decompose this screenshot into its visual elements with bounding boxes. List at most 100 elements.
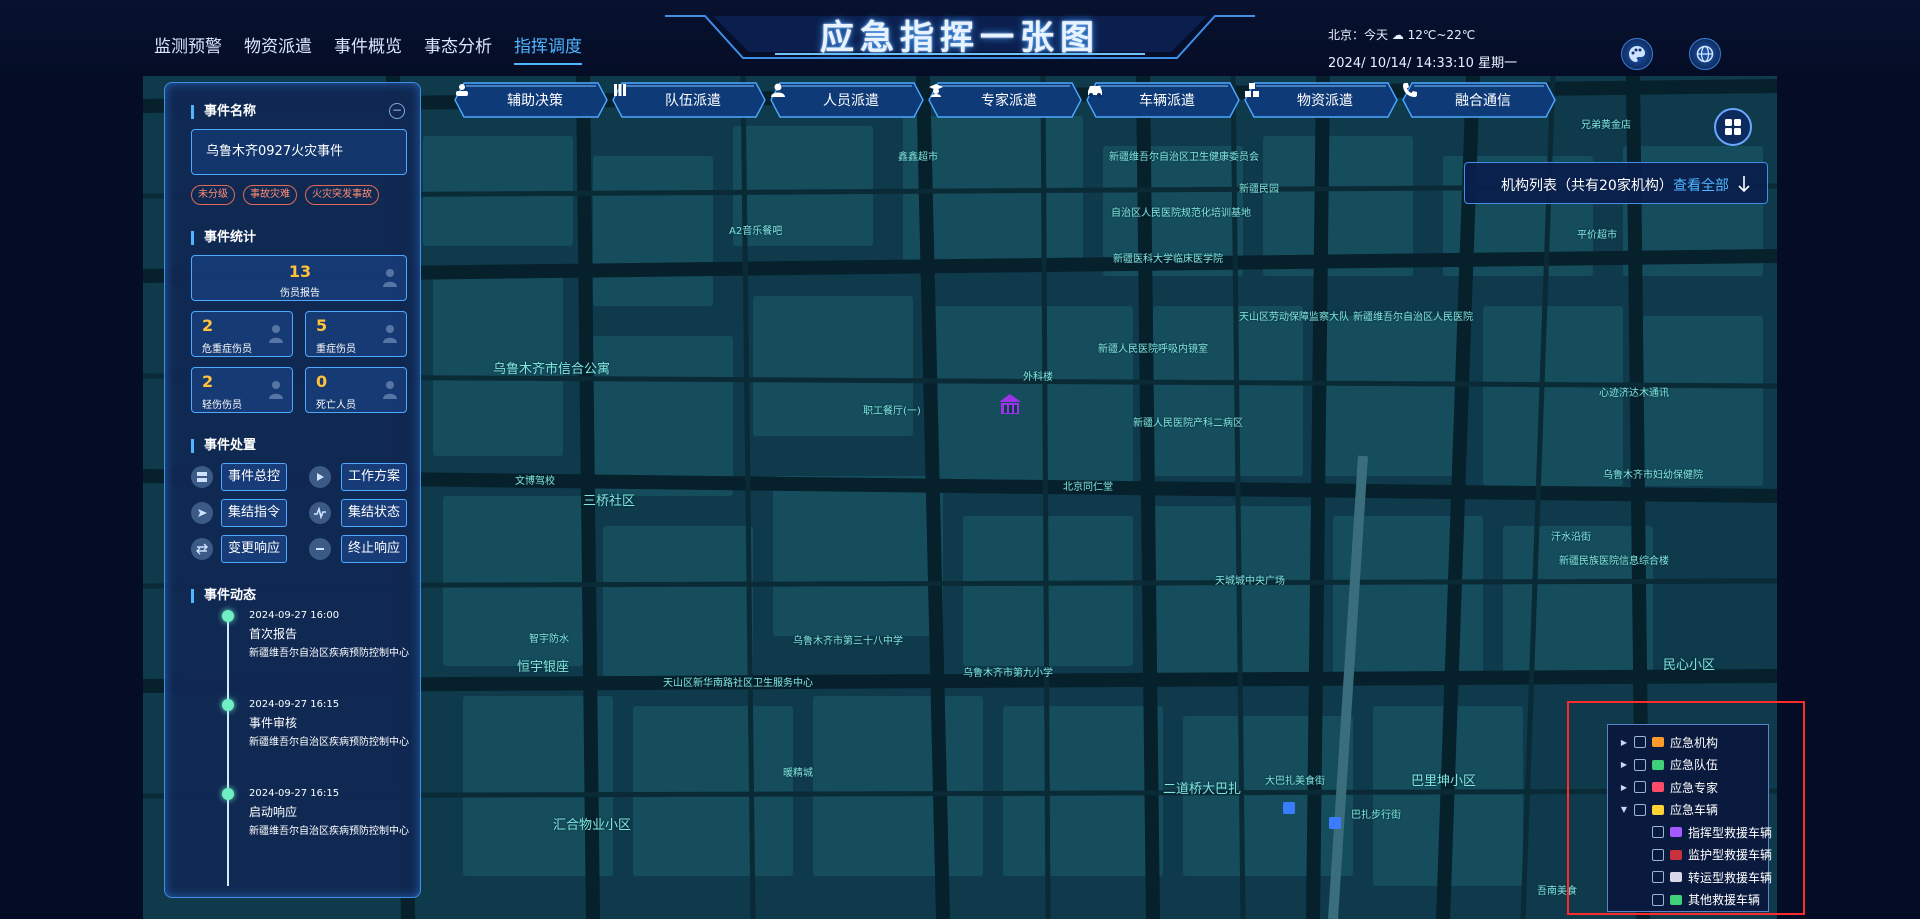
layer-checkbox[interactable] bbox=[1634, 781, 1646, 793]
layer-checkbox[interactable] bbox=[1634, 803, 1646, 816]
stat-critical: 2 危重症伤员 bbox=[191, 311, 293, 357]
tab-boxes[interactable]: 物资派遣 bbox=[1244, 82, 1398, 118]
timeline-title-text: 事件审核 bbox=[249, 716, 298, 730]
tab-content: 专家派遣 bbox=[928, 82, 1082, 118]
layer-color-icon bbox=[1670, 827, 1682, 837]
stop-response-button[interactable]: 终止响应 bbox=[341, 535, 407, 563]
stat-minor: 2 轻伤伤员 bbox=[191, 367, 293, 413]
org-list-title: 机构列表（共有20家机构） bbox=[1501, 178, 1673, 194]
tab-assist-decision[interactable]: 辅助决策 bbox=[454, 82, 608, 118]
stats-title: 事件统计 bbox=[191, 231, 256, 245]
layer-checkbox[interactable] bbox=[1652, 871, 1664, 883]
layer-color-icon bbox=[1652, 737, 1664, 747]
work-plan-button[interactable]: 工作方案 bbox=[341, 463, 407, 491]
layer-label: 转运型救援车辆 bbox=[1688, 870, 1773, 885]
timeline-title: 事件动态 bbox=[191, 589, 256, 603]
play-icon bbox=[309, 466, 331, 488]
nav-situation-analysis[interactable]: 事态分析 bbox=[424, 32, 492, 65]
nav-command-dispatch[interactable]: 指挥调度 bbox=[514, 32, 582, 65]
timeline-title-text: 首次报告 bbox=[249, 627, 298, 641]
layer-color-icon bbox=[1670, 894, 1682, 905]
caret-down-icon[interactable]: ▼ bbox=[1620, 805, 1628, 814]
tab-person[interactable]: 人员派遣 bbox=[770, 82, 924, 118]
tab-phone[interactable]: 融合通信 bbox=[1402, 82, 1556, 118]
stat-value: 2 bbox=[202, 316, 214, 335]
timeline-dot bbox=[222, 699, 234, 711]
layer-item-command-vehicle[interactable]: 指挥型救援车辆 bbox=[1652, 823, 1772, 841]
event-control-button[interactable]: 事件总控 bbox=[221, 463, 287, 491]
layer-item-emergency-team[interactable]: ▶ 应急队伍 bbox=[1620, 756, 1718, 774]
collapse-button[interactable]: − bbox=[389, 103, 405, 119]
map-label: 职工餐厅(一) bbox=[863, 406, 921, 417]
layer-item-emergency-org[interactable]: ▶ 应急机构 bbox=[1620, 733, 1718, 751]
layer-item-transport-vehicle[interactable]: 转运型救援车辆 bbox=[1652, 868, 1772, 886]
view-all-link[interactable]: 查看全部 bbox=[1673, 175, 1729, 195]
arrow-down-icon[interactable] bbox=[1737, 175, 1751, 193]
change-response-button[interactable]: 变更响应 bbox=[221, 535, 287, 563]
map-label: 大巴扎美食街 bbox=[1265, 776, 1325, 787]
layer-checkbox[interactable] bbox=[1634, 758, 1646, 771]
injured-person-icon bbox=[269, 381, 283, 399]
layer-item-monitor-vehicle[interactable]: 监护型救援车辆 bbox=[1652, 846, 1772, 864]
gather-command-button[interactable]: 集结指令 bbox=[221, 499, 287, 527]
server-control-icon bbox=[191, 466, 213, 488]
globe-button[interactable] bbox=[1689, 38, 1721, 70]
map-label: 兄弟黄金店 bbox=[1581, 120, 1631, 131]
stat-dead: 0 死亡人员 bbox=[305, 367, 407, 413]
theme-button[interactable] bbox=[1621, 38, 1653, 70]
swap-icon bbox=[191, 538, 213, 560]
map-label: 吾南美食 bbox=[1537, 886, 1577, 897]
tab-expert[interactable]: 专家派遣 bbox=[928, 82, 1082, 118]
map-label: 天山区新华南路社区卫生服务中心 bbox=[663, 678, 813, 689]
tab-content: 车辆派遣 bbox=[1086, 82, 1240, 118]
title-plate: 应急指挥一张图 bbox=[665, 0, 1255, 60]
tab-label: 物资派遣 bbox=[1297, 93, 1353, 109]
layer-label: 其他救援车辆 bbox=[1688, 893, 1761, 907]
map-label: 平价超市 bbox=[1577, 230, 1617, 241]
weather-info: 北京：今天 ☁ 12℃~22℃ bbox=[1328, 28, 1476, 42]
map-label: 鑫鑫超市 bbox=[898, 152, 938, 163]
layer-label: 监护型救援车辆 bbox=[1688, 848, 1773, 862]
gather-status-button[interactable]: 集结状态 bbox=[341, 499, 407, 527]
page-title: 应急指挥一张图 bbox=[820, 18, 1100, 58]
map-label: 乌鲁木齐市第三十八中学 bbox=[793, 636, 903, 647]
top-header: 监测预警 物资派遣 事件概览 事态分析 指挥调度 应急指挥一张图 北京：今天 ☁… bbox=[0, 0, 1920, 76]
map-label: A2音乐餐吧 bbox=[729, 226, 783, 237]
layer-item-emergency-expert[interactable]: ▶ 应急专家 bbox=[1620, 778, 1718, 796]
layer-checkbox[interactable] bbox=[1652, 826, 1664, 838]
layer-checkbox[interactable] bbox=[1652, 893, 1664, 906]
caret-right-icon[interactable]: ▶ bbox=[1620, 738, 1628, 747]
layout-grid-button[interactable] bbox=[1714, 108, 1752, 146]
stat-value: 5 bbox=[316, 316, 328, 335]
timeline-org: 新疆维吾尔自治区疾病预防控制中心 bbox=[249, 826, 409, 837]
timeline-time: 2024-09-27 16:15 bbox=[249, 699, 340, 710]
map-label: 暖精城 bbox=[783, 768, 813, 779]
tab-content: 融合通信 bbox=[1402, 82, 1556, 118]
map-label: 三桥社区 bbox=[583, 494, 636, 509]
event-tag: 火灾突发事故 bbox=[305, 185, 379, 205]
map-label: 文博驾校 bbox=[515, 476, 555, 487]
grid-icon bbox=[1725, 119, 1741, 135]
nav-monitor-warning[interactable]: 监测预警 bbox=[154, 32, 222, 65]
nav-supply-dispatch[interactable]: 物资派遣 bbox=[244, 32, 312, 65]
event-tag: 未分级 bbox=[191, 185, 235, 205]
tab-label: 车辆派遣 bbox=[1139, 93, 1195, 109]
layer-item-emergency-vehicle[interactable]: ▼ 应急车辆 bbox=[1620, 801, 1718, 819]
layer-checkbox[interactable] bbox=[1652, 848, 1664, 861]
tab-car[interactable]: 车辆派遣 bbox=[1086, 82, 1240, 118]
org-list-bar: 机构列表（共有20家机构） 查看全部 bbox=[1464, 162, 1768, 204]
stat-serious: 5 重症伤员 bbox=[305, 311, 407, 357]
layer-label: 应急队伍 bbox=[1670, 758, 1719, 772]
handling-title: 事件处置 bbox=[191, 439, 256, 453]
tab-content: 物资派遣 bbox=[1244, 82, 1398, 118]
caret-right-icon[interactable]: ▶ bbox=[1620, 760, 1628, 769]
stat-value: 13 bbox=[288, 262, 312, 281]
layer-checkbox[interactable] bbox=[1634, 736, 1646, 748]
map-label: 新疆维吾尔自治区卫生健康委员会 bbox=[1109, 152, 1259, 163]
caret-right-icon[interactable]: ▶ bbox=[1620, 783, 1628, 792]
layer-item-other-vehicle[interactable]: 其他救援车辆 bbox=[1652, 891, 1760, 909]
nav-event-overview[interactable]: 事件概览 bbox=[334, 32, 402, 65]
injured-person-icon bbox=[383, 269, 397, 287]
tab-team[interactable]: 队伍派遣 bbox=[612, 82, 766, 118]
tab-content: 队伍派遣 bbox=[612, 82, 766, 118]
